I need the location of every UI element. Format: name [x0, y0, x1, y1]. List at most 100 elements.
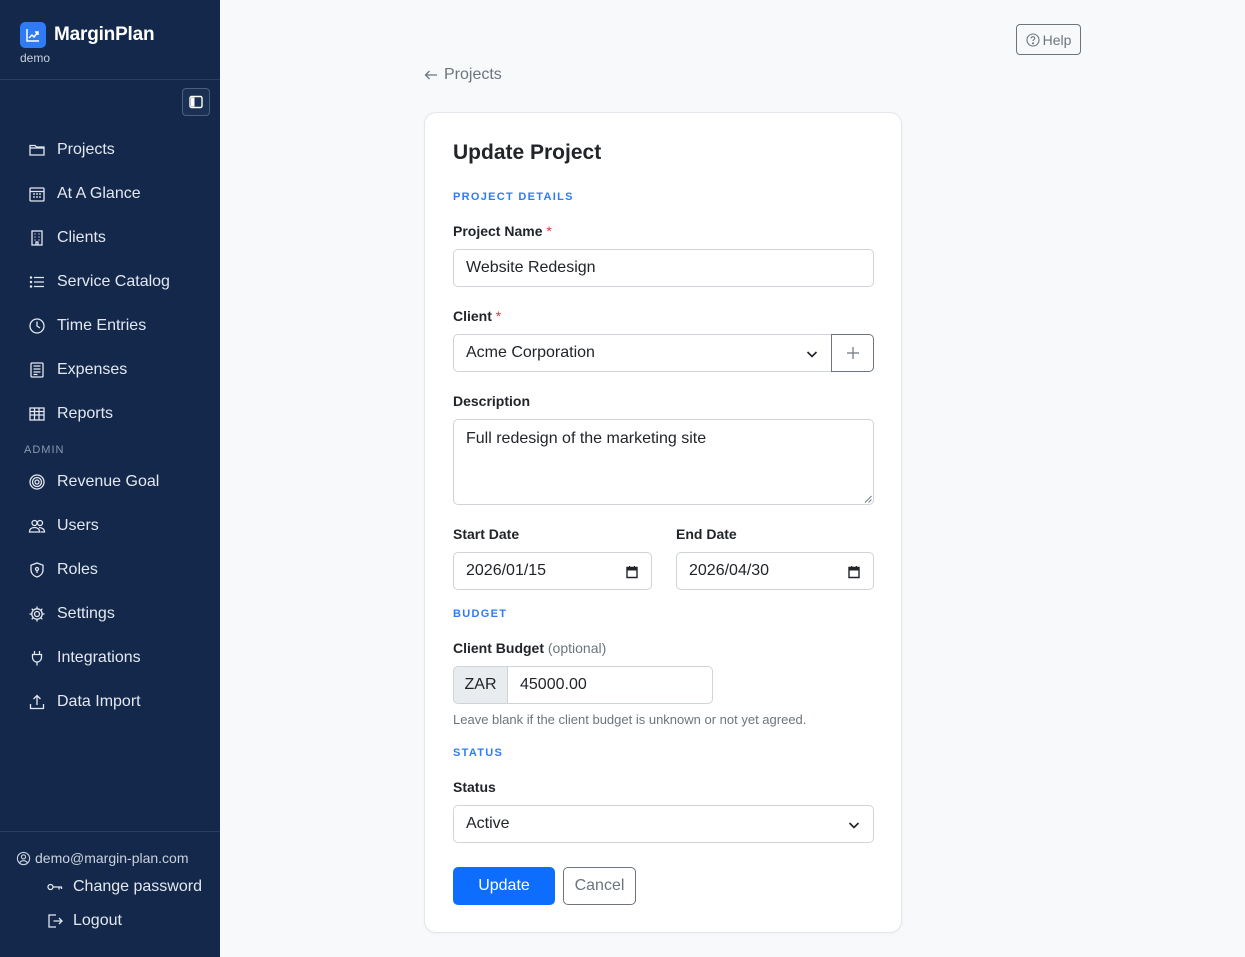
resize-grip-icon[interactable] [864, 495, 872, 503]
sidebar-item-clients[interactable]: Clients [28, 227, 106, 249]
target-icon [29, 474, 45, 490]
sidebar-item-label: Revenue Goal [57, 473, 160, 490]
table-icon [29, 407, 45, 421]
sidebar-item-label: Time Entries [57, 317, 147, 334]
required-mark: * [546, 223, 552, 239]
app-name: MarginPlan [54, 24, 155, 45]
gear-icon [29, 606, 45, 622]
section-heading-project-details: PROJECT DETAILS [453, 191, 574, 203]
folder-icon [29, 144, 45, 156]
sidebar-item-roles[interactable]: Roles [28, 559, 98, 581]
sidebar-item-projects[interactable]: Projects [28, 139, 115, 161]
shield-icon [30, 562, 44, 578]
client-budget-hint: Leave blank if the client budget is unkn… [453, 712, 807, 727]
list-icon [29, 276, 44, 288]
sidebar-item-label: Integrations [57, 649, 141, 666]
end-date-input[interactable]: 2026/04/30 [676, 552, 874, 590]
help-label: Help [1042, 31, 1072, 48]
project-name-label: Project Name * [453, 223, 552, 239]
update-button[interactable]: Update [453, 867, 555, 905]
building-icon [31, 230, 43, 246]
sidebar-item-label: Projects [57, 141, 115, 158]
question-circle-icon [1026, 32, 1040, 47]
sidebar-item-reports[interactable]: Reports [28, 403, 113, 425]
update-project-card: Update Project PROJECT DETAILS Project N… [424, 112, 902, 933]
sidebar-item-label: At A Glance [57, 185, 141, 202]
user-circle-icon [16, 851, 31, 865]
status-select[interactable]: Active [453, 805, 874, 843]
project-name-label-text: Project Name [453, 223, 543, 239]
client-budget-input[interactable]: 45000.00 [507, 666, 713, 704]
sidebar-item-label: Data Import [57, 693, 141, 710]
calendar-picker-icon[interactable] [625, 565, 639, 579]
sidebar-item-integrations[interactable]: Integrations [28, 647, 141, 669]
status-value: Active [466, 815, 510, 832]
sidebar: MarginPlan demo Projects At A Glance Cli… [0, 0, 220, 957]
plug-icon [31, 651, 43, 666]
end-date-label: End Date [676, 526, 737, 542]
plus-icon [846, 347, 859, 359]
required-mark: * [495, 308, 502, 324]
client-value: Acme Corporation [466, 344, 595, 361]
sidebar-item-data-import[interactable]: Data Import [28, 691, 141, 713]
client-budget-value: 45000.00 [520, 676, 587, 693]
sidebar-item-label: Roles [57, 561, 98, 578]
section-heading-budget: BUDGET [453, 608, 508, 620]
brand[interactable]: MarginPlan [20, 22, 155, 48]
end-date-value: 2026/04/30 [689, 562, 770, 579]
currency-prefix: ZAR [453, 666, 508, 704]
help-button[interactable]: Help [1016, 24, 1081, 55]
back-label: Projects [444, 66, 502, 83]
users-icon [28, 519, 46, 533]
description-value: Full redesign of the marketing site [466, 430, 707, 447]
admin-heading: ADMIN [24, 444, 65, 456]
client-select[interactable]: Acme Corporation [453, 334, 832, 372]
back-to-projects-link[interactable]: Projects [423, 66, 502, 84]
sidebar-item-label: Users [57, 517, 99, 534]
arrow-left-icon [424, 70, 437, 80]
start-date-value: 2026/01/15 [466, 562, 547, 579]
start-date-label: Start Date [453, 526, 520, 542]
sidebar-item-label: Clients [57, 229, 106, 246]
optional-mark: (optional) [547, 640, 607, 656]
sidebar-item-users[interactable]: Users [28, 515, 99, 537]
change-password-link[interactable]: Change password [46, 878, 202, 896]
description-textarea[interactable]: Full redesign of the marketing site [453, 419, 874, 505]
sidebar-item-expenses[interactable]: Expenses [28, 359, 127, 381]
sidebar-toggle-icon [189, 95, 203, 109]
key-icon [47, 883, 63, 891]
sidebar-item-at-a-glance[interactable]: At A Glance [28, 183, 141, 205]
clock-icon [29, 318, 45, 334]
sidebar-item-label: Reports [57, 405, 114, 422]
add-client-button[interactable] [831, 334, 874, 372]
project-name-input[interactable]: Website Redesign [453, 249, 874, 287]
client-label: Client * [453, 308, 501, 324]
sidebar-item-service-catalog[interactable]: Service Catalog [28, 271, 170, 293]
sidebar-item-label: Service Catalog [57, 273, 170, 290]
upload-icon [29, 694, 45, 710]
client-budget-label: Client Budget (optional) [453, 640, 606, 656]
sidebar-item-time-entries[interactable]: Time Entries [28, 315, 146, 337]
calendar-icon [29, 187, 45, 202]
logout-link[interactable]: Logout [46, 912, 122, 930]
sidebar-item-settings[interactable]: Settings [28, 603, 115, 625]
logout-icon [48, 914, 63, 928]
workspace-name: demo [20, 51, 51, 65]
chart-trend-icon [20, 22, 46, 48]
divider [0, 79, 220, 80]
project-name-value: Website Redesign [466, 259, 596, 276]
chevron-down-icon [848, 822, 860, 829]
cancel-button[interactable]: Cancel [563, 867, 636, 905]
start-date-input[interactable]: 2026/01/15 [453, 552, 652, 590]
calendar-picker-icon[interactable] [847, 565, 861, 579]
user-email-text: demo@margin-plan.com [35, 850, 189, 866]
sidebar-toggle-button[interactable] [182, 88, 210, 116]
sidebar-item-revenue-goal[interactable]: Revenue Goal [28, 471, 159, 493]
sidebar-item-label: Settings [57, 605, 115, 622]
change-password-label: Change password [73, 878, 202, 895]
logout-label: Logout [73, 912, 122, 929]
description-label: Description [453, 393, 531, 409]
client-budget-label-text: Client Budget [453, 640, 544, 656]
receipt-icon [30, 362, 44, 378]
sidebar-item-label: Expenses [57, 361, 128, 378]
